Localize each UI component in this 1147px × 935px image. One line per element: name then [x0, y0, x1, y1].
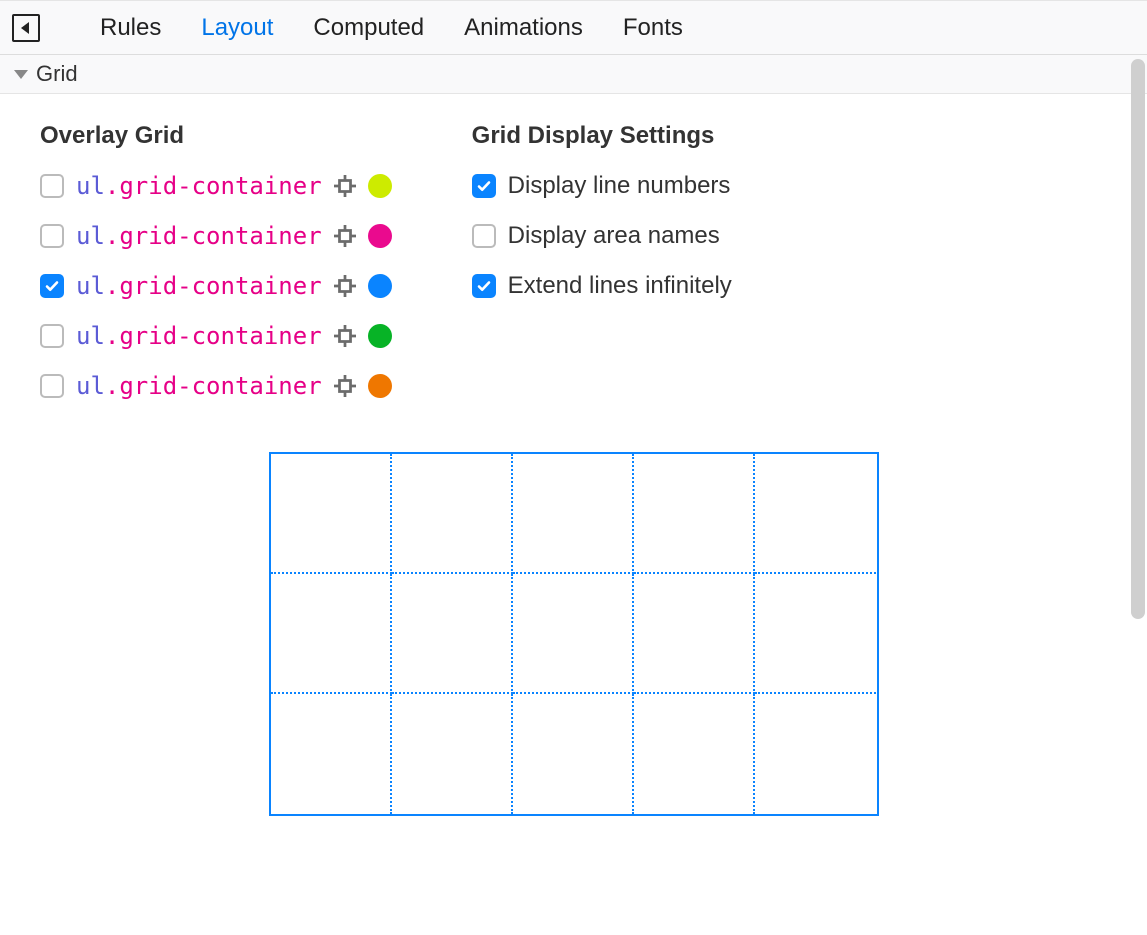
overlay-grid-item: ul.grid-container — [40, 222, 392, 250]
overlay-grid-checkbox[interactable] — [40, 174, 64, 198]
grid-color-swatch[interactable] — [368, 374, 392, 398]
element-picker-icon[interactable] — [334, 325, 356, 347]
grid-preview-cell — [513, 454, 634, 574]
grid-preview-cell — [513, 574, 634, 694]
overlay-grid-title: Overlay Grid — [40, 122, 392, 150]
grid-preview-cell — [634, 574, 755, 694]
grid-color-swatch[interactable] — [368, 324, 392, 348]
tab-layout[interactable]: Layout — [201, 6, 273, 50]
display-setting-checkbox[interactable] — [472, 224, 496, 248]
overlay-grid-item: ul.grid-container — [40, 172, 392, 200]
grid-color-swatch[interactable] — [368, 174, 392, 198]
display-setting-checkbox[interactable] — [472, 174, 496, 198]
grid-preview-cell — [634, 694, 755, 814]
overlay-grid-selector[interactable]: ul.grid-container — [76, 372, 322, 400]
display-setting-item: Display line numbers — [472, 172, 732, 200]
display-setting-label: Extend lines infinitely — [508, 272, 732, 300]
tab-computed[interactable]: Computed — [313, 6, 424, 50]
display-setting-item: Extend lines infinitely — [472, 272, 732, 300]
element-picker-icon[interactable] — [334, 225, 356, 247]
section-collapse-icon — [14, 70, 28, 79]
grid-outline-preview — [269, 452, 879, 816]
vertical-scrollbar[interactable] — [1131, 59, 1145, 619]
overlay-grid-checkbox[interactable] — [40, 224, 64, 248]
element-picker-icon[interactable] — [334, 375, 356, 397]
overlay-grid-selector[interactable]: ul.grid-container — [76, 272, 322, 300]
tab-fonts[interactable]: Fonts — [623, 6, 683, 50]
grid-preview-cell — [392, 574, 513, 694]
grid-preview-cell — [755, 694, 876, 814]
overlay-grid-item: ul.grid-container — [40, 322, 392, 350]
overlay-grid-item: ul.grid-container — [40, 272, 392, 300]
tab-rules[interactable]: Rules — [100, 6, 161, 50]
triangle-left-icon — [19, 21, 33, 35]
overlay-grid-selector[interactable]: ul.grid-container — [76, 322, 322, 350]
grid-preview-cell — [271, 694, 392, 814]
grid-preview-cell — [271, 574, 392, 694]
grid-preview-cell — [755, 574, 876, 694]
overlay-grid-selector[interactable]: ul.grid-container — [76, 172, 322, 200]
layout-panel: Grid Overlay Grid ul.grid-container ul.gr… — [0, 55, 1147, 935]
grid-preview-cell — [392, 454, 513, 574]
overlay-grid-checkbox[interactable] — [40, 274, 64, 298]
display-setting-label: Display line numbers — [508, 172, 731, 200]
grid-display-settings-title: Grid Display Settings — [472, 122, 732, 150]
grid-color-swatch[interactable] — [368, 224, 392, 248]
tab-animations[interactable]: Animations — [464, 6, 583, 50]
overlay-grid-checkbox[interactable] — [40, 324, 64, 348]
grid-preview-cell — [392, 694, 513, 814]
toggle-panes-button[interactable] — [12, 14, 40, 42]
inspector-tabs-toolbar: Rules Layout Computed Animations Fonts — [0, 1, 1147, 55]
display-setting-checkbox[interactable] — [472, 274, 496, 298]
grid-preview-cell — [513, 694, 634, 814]
grid-color-swatch[interactable] — [368, 274, 392, 298]
overlay-grid-checkbox[interactable] — [40, 374, 64, 398]
overlay-grid-item: ul.grid-container — [40, 372, 392, 400]
grid-preview-cell — [271, 454, 392, 574]
grid-section-header[interactable]: Grid — [0, 55, 1147, 94]
grid-section-title: Grid — [36, 61, 78, 87]
overlay-grid-column: Overlay Grid ul.grid-container ul.grid-co… — [40, 122, 392, 422]
display-setting-label: Display area names — [508, 222, 720, 250]
overlay-grid-selector[interactable]: ul.grid-container — [76, 222, 322, 250]
display-setting-item: Display area names — [472, 222, 732, 250]
grid-preview-cell — [634, 454, 755, 574]
grid-display-settings-column: Grid Display Settings Display line numbe… — [472, 122, 732, 422]
element-picker-icon[interactable] — [334, 275, 356, 297]
grid-preview-cell — [755, 454, 876, 574]
element-picker-icon[interactable] — [334, 175, 356, 197]
